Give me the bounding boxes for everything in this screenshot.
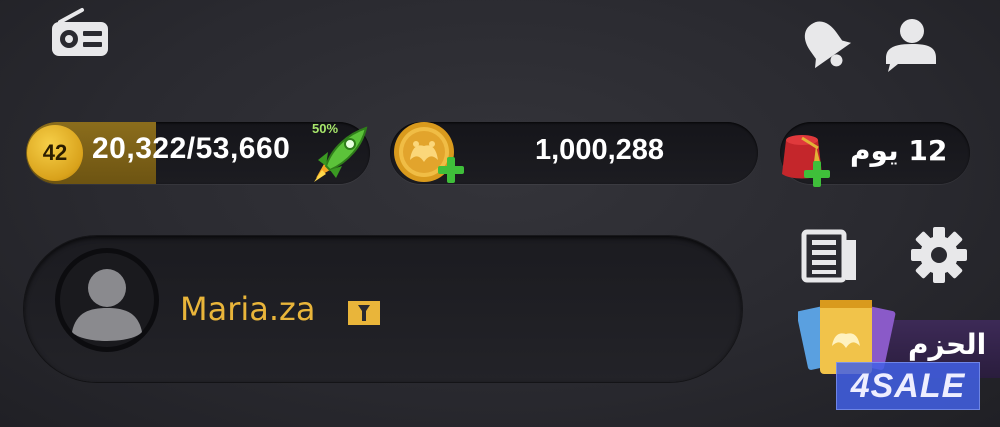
fez-plus-icon[interactable] xyxy=(774,118,846,196)
bell-icon[interactable] xyxy=(794,14,856,74)
xp-progress-text: 20,322/53,660 xyxy=(92,132,291,165)
level-badge: 42 xyxy=(27,125,83,181)
gold-badge-icon xyxy=(348,301,380,325)
radio-icon[interactable] xyxy=(50,6,110,58)
coins-amount: 1,000,288 xyxy=(535,134,665,166)
profile-chat-icon[interactable] xyxy=(880,14,938,74)
boost-percent: 50% xyxy=(312,121,339,136)
vip-days-text: 12 يوم xyxy=(850,134,948,167)
news-icon[interactable] xyxy=(800,228,862,284)
username: Maria.za xyxy=(180,290,316,328)
packages-label: الحزم xyxy=(908,328,987,361)
gear-icon[interactable] xyxy=(908,224,970,286)
avatar[interactable] xyxy=(52,240,162,368)
watermark: 4SALE xyxy=(836,362,980,410)
coin-plus-icon[interactable] xyxy=(386,116,470,196)
